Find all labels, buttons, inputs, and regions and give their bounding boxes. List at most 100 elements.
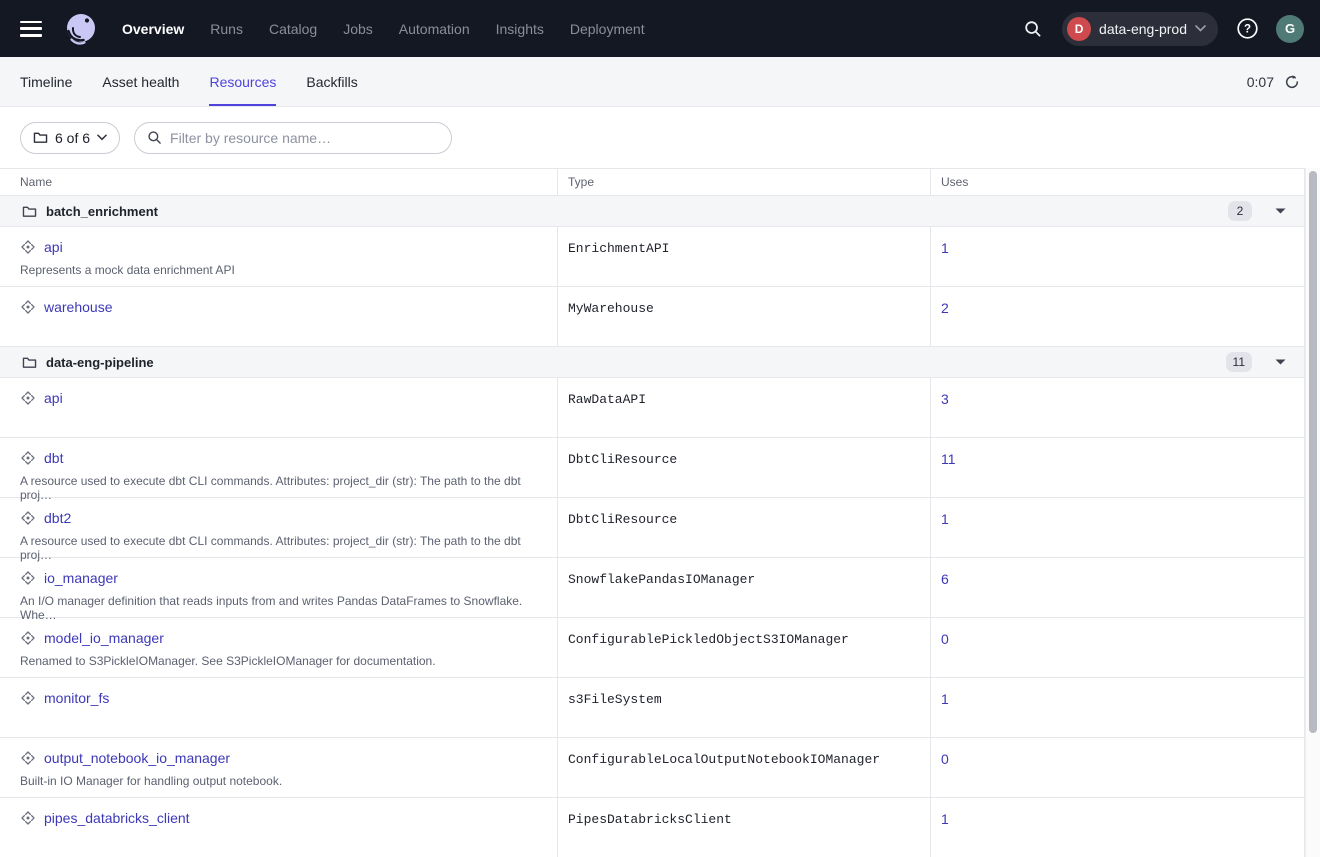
resource-uses-link[interactable]: 6 [941, 571, 949, 587]
deployment-switcher[interactable]: D data-eng-prod [1062, 12, 1218, 46]
resource-type: PipesDatabricksClient [557, 798, 930, 857]
column-header-name: Name [0, 175, 557, 189]
nav-item-jobs[interactable]: Jobs [343, 21, 373, 37]
vertical-scrollbar [1305, 168, 1320, 857]
folder-icon [33, 131, 48, 144]
resource-name-link[interactable]: pipes_databricks_client [44, 810, 190, 826]
nav-item-insights[interactable]: Insights [496, 21, 544, 37]
nav-item-deployment[interactable]: Deployment [570, 21, 645, 37]
resource-uses-link[interactable]: 11 [941, 451, 956, 467]
resource-type: ConfigurableLocalOutputNotebookIOManager [557, 738, 930, 797]
resource-type: RawDataAPI [557, 378, 930, 437]
tab-timeline[interactable]: Timeline [20, 57, 72, 106]
resource-icon [20, 239, 36, 255]
table-row: dbt2 A resource used to execute dbt CLI … [0, 498, 1304, 558]
resources-table-area: Name Type Uses batch_enrichment 2 api Re… [0, 168, 1320, 857]
group-name: batch_enrichment [46, 204, 158, 219]
nav-item-runs[interactable]: Runs [210, 21, 243, 37]
resource-type: DbtCliResource [557, 438, 930, 497]
table-row: io_manager An I/O manager definition tha… [0, 558, 1304, 618]
resource-uses-link[interactable]: 0 [941, 751, 949, 767]
group-count-badge: 11 [1226, 352, 1252, 372]
tab-backfills[interactable]: Backfills [306, 57, 357, 106]
resource-icon [20, 510, 36, 526]
nav-item-overview[interactable]: Overview [122, 21, 184, 37]
resource-name-link[interactable]: api [44, 239, 63, 255]
resource-type: ConfigurablePickledObjectS3IOManager [557, 618, 930, 677]
chevron-down-icon [1195, 25, 1206, 32]
refresh-timer: 0:07 [1247, 74, 1274, 90]
resource-filter-input[interactable] [170, 130, 439, 146]
resource-name-link[interactable]: warehouse [44, 299, 113, 315]
overview-tab-bar: Timeline Asset health Resources Backfill… [0, 57, 1320, 107]
resource-filter-box [134, 122, 452, 154]
resource-description: Built-in IO Manager for handling output … [20, 774, 537, 788]
resource-type: SnowflakePandasIOManager [557, 558, 930, 617]
primary-nav: Overview Runs Catalog Jobs Automation In… [122, 21, 645, 37]
resource-name-link[interactable]: dbt2 [44, 510, 71, 526]
resource-name-link[interactable]: monitor_fs [44, 690, 109, 706]
group-row-batch-enrichment[interactable]: batch_enrichment 2 [0, 196, 1304, 227]
resource-name-link[interactable]: api [44, 390, 63, 406]
resource-uses-link[interactable]: 3 [941, 391, 949, 407]
tab-resources[interactable]: Resources [209, 57, 276, 106]
resource-icon [20, 390, 36, 406]
table-row: pipes_databricks_client PipesDatabricksC… [0, 798, 1304, 857]
code-location-scope-button[interactable]: 6 of 6 [20, 122, 120, 154]
table-header-row: Name Type Uses [0, 168, 1304, 196]
table-row: api Represents a mock data enrichment AP… [0, 227, 1304, 287]
resource-name-link[interactable]: dbt [44, 450, 63, 466]
resource-description: Renamed to S3PickleIOManager. See S3Pick… [20, 654, 537, 668]
resource-icon [20, 750, 36, 766]
help-icon[interactable]: ? [1232, 14, 1262, 44]
resource-uses-link[interactable]: 1 [941, 691, 949, 707]
table-row: monitor_fs s3FileSystem 1 [0, 678, 1304, 738]
resource-type: DbtCliResource [557, 498, 930, 557]
resource-uses-link[interactable]: 1 [941, 240, 949, 256]
deployment-name: data-eng-prod [1099, 21, 1187, 37]
resource-icon [20, 570, 36, 586]
resource-uses-link[interactable]: 1 [941, 811, 949, 827]
user-avatar[interactable]: G [1276, 15, 1304, 43]
group-name: data-eng-pipeline [46, 355, 154, 370]
search-icon [147, 130, 162, 145]
chevron-down-icon [97, 134, 107, 141]
resource-uses-link[interactable]: 2 [941, 300, 949, 316]
resource-icon [20, 690, 36, 706]
scrollbar-thumb[interactable] [1309, 171, 1317, 733]
resource-uses-link[interactable]: 1 [941, 511, 949, 527]
hamburger-menu-icon[interactable] [20, 21, 42, 37]
table-row: model_io_manager Renamed to S3PickleIOMa… [0, 618, 1304, 678]
collapse-caret-icon[interactable] [1275, 208, 1286, 214]
top-navigation-bar: Overview Runs Catalog Jobs Automation In… [0, 0, 1320, 57]
column-header-uses: Uses [930, 169, 1304, 195]
resource-icon [20, 450, 36, 466]
resource-icon [20, 630, 36, 646]
resource-name-link[interactable]: output_notebook_io_manager [44, 750, 230, 766]
group-count-badge: 2 [1228, 201, 1252, 221]
resource-icon [20, 810, 36, 826]
resource-type: MyWarehouse [557, 287, 930, 346]
table-row: api RawDataAPI 3 [0, 378, 1304, 438]
collapse-caret-icon[interactable] [1275, 359, 1286, 365]
dagster-logo[interactable] [60, 9, 100, 49]
resources-table: Name Type Uses batch_enrichment 2 api Re… [0, 168, 1305, 857]
deployment-initial-badge: D [1067, 17, 1091, 41]
resource-description: Represents a mock data enrichment API [20, 263, 537, 277]
resource-name-link[interactable]: model_io_manager [44, 630, 164, 646]
resource-name-link[interactable]: io_manager [44, 570, 118, 586]
table-row: output_notebook_io_manager Built-in IO M… [0, 738, 1304, 798]
group-row-data-eng-pipeline[interactable]: data-eng-pipeline 11 [0, 347, 1304, 378]
resource-type: s3FileSystem [557, 678, 930, 737]
filter-bar: 6 of 6 [0, 107, 1320, 168]
table-row: dbt A resource used to execute dbt CLI c… [0, 438, 1304, 498]
resource-type: EnrichmentAPI [557, 227, 930, 286]
resource-uses-link[interactable]: 0 [941, 631, 949, 647]
folder-icon [22, 205, 37, 218]
nav-item-catalog[interactable]: Catalog [269, 21, 317, 37]
svg-text:?: ? [1243, 24, 1250, 36]
nav-item-automation[interactable]: Automation [399, 21, 470, 37]
tab-asset-health[interactable]: Asset health [102, 57, 179, 106]
search-icon[interactable] [1018, 14, 1048, 44]
refresh-icon[interactable] [1284, 74, 1300, 90]
